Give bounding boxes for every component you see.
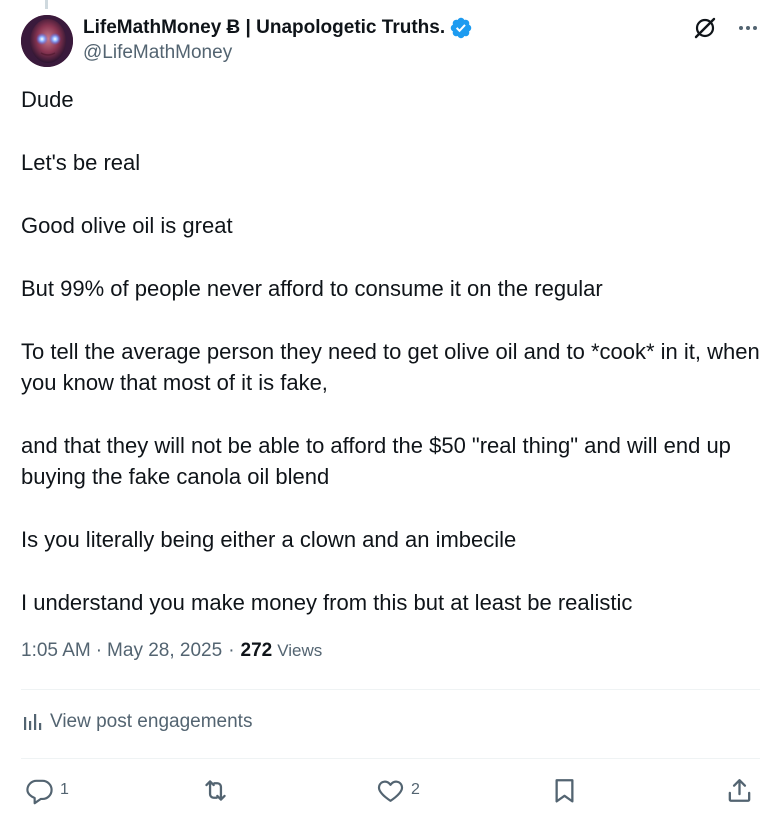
heart-icon: [377, 780, 404, 802]
post-paragraph: Is you literally being either a clown an…: [21, 527, 517, 552]
bookmark-icon: [555, 778, 574, 803]
like-count: 2: [411, 781, 420, 798]
action-bar: 1 2: [21, 772, 760, 808]
reply-icon: [26, 779, 53, 804]
share-button[interactable]: [725, 772, 754, 808]
author-names: LifeMathMoney Ƀ | Unapologetic Truths. @…: [83, 16, 473, 66]
display-name-row: LifeMathMoney Ƀ | Unapologetic Truths.: [83, 16, 473, 40]
view-engagements-label: View post engagements: [50, 711, 253, 732]
avatar-image: [21, 15, 73, 67]
post-header: LifeMathMoney Ƀ | Unapologetic Truths. @…: [21, 14, 760, 70]
post-paragraph: and that they will not be able to afford…: [21, 433, 731, 489]
share-icon: [728, 778, 751, 802]
post-paragraph: But 99% of people never afford to consum…: [21, 276, 603, 301]
views-label: Views: [277, 641, 323, 660]
author-display-name[interactable]: LifeMathMoney Ƀ | Unapologetic Truths.: [83, 17, 445, 39]
meta-separator: ·: [228, 640, 235, 661]
post-paragraph: Dude: [21, 87, 74, 112]
reply-button[interactable]: 1: [25, 772, 69, 808]
thread-connector-line: [45, 0, 48, 9]
post-paragraph: Let's be real: [21, 150, 141, 175]
post-paragraph: I understand you make money from this bu…: [21, 590, 633, 615]
post-paragraph: Good olive oil is great: [21, 213, 233, 238]
post-date[interactable]: May 28, 2025: [107, 640, 222, 662]
avatar[interactable]: [21, 15, 73, 67]
bar-chart-icon: [21, 711, 43, 733]
post-text: Dude Let's be real Good olive oil is gre…: [21, 84, 761, 650]
more-icon[interactable]: [736, 16, 760, 40]
header-actions: [692, 14, 760, 42]
verified-badge-icon[interactable]: [449, 16, 473, 40]
author-handle[interactable]: @LifeMathMoney: [83, 42, 473, 66]
reply-count: 1: [60, 781, 69, 798]
view-engagements-link[interactable]: View post engagements: [21, 711, 252, 733]
post-meta: 1:05 AM · May 28, 2025 · 272 Views: [21, 640, 322, 662]
grok-icon[interactable]: [692, 15, 718, 41]
repost-icon: [205, 779, 226, 801]
divider: [21, 689, 760, 690]
meta-separator: ·: [95, 640, 103, 661]
post-paragraph: To tell the average person they need to …: [21, 339, 760, 395]
bookmark-button[interactable]: [550, 772, 579, 808]
views-count: 272: [240, 640, 273, 661]
divider: [21, 758, 760, 759]
post-time[interactable]: 1:05 AM: [21, 640, 91, 662]
repost-button[interactable]: [201, 772, 236, 808]
like-button[interactable]: 2: [376, 772, 420, 808]
